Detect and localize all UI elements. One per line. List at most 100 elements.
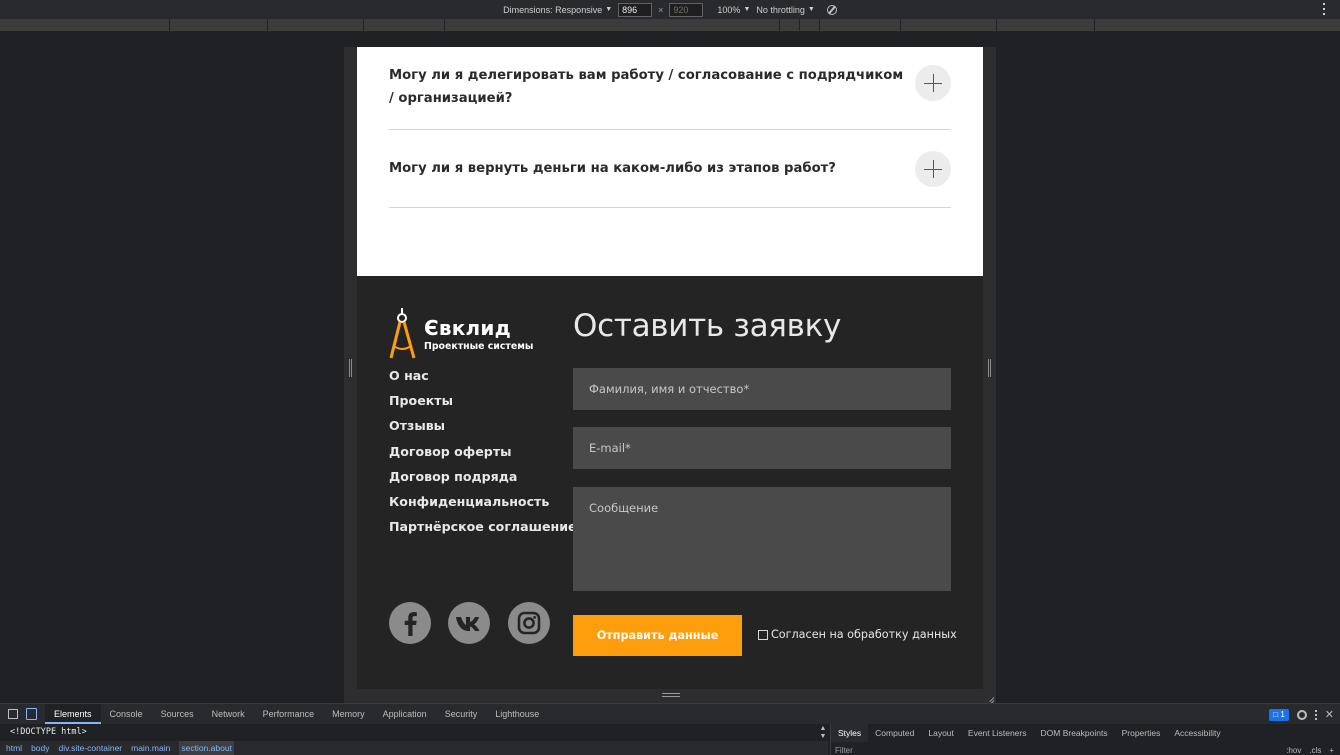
gear-icon[interactable] xyxy=(1296,709,1307,720)
form-title: Оставить заявку xyxy=(573,308,842,344)
media-query-segment[interactable] xyxy=(997,19,1095,31)
consent-label: Согласен на обработку данных xyxy=(771,628,957,641)
tab-network[interactable]: Network xyxy=(203,704,254,724)
media-query-segment[interactable] xyxy=(364,19,445,31)
media-query-segment[interactable] xyxy=(820,19,901,31)
faq-item[interactable]: Могу ли я вернуть деньги на каком-либо и… xyxy=(389,130,951,208)
width-input[interactable]: 896 xyxy=(618,2,653,17)
panel-splitter-icon[interactable]: ▲ ▼ xyxy=(818,725,828,741)
footer-link-offer[interactable]: Договор оферты xyxy=(389,444,577,469)
zoom-dropdown[interactable]: 100% ▼ xyxy=(717,5,750,15)
facebook-icon[interactable] xyxy=(389,602,431,644)
consent-checkbox[interactable] xyxy=(758,629,768,640)
tab-computed[interactable]: Computed xyxy=(868,724,921,742)
close-icon[interactable]: ✕ xyxy=(1325,708,1334,721)
devtools-panel: Elements Console Sources Network Perform… xyxy=(0,703,1340,755)
footer-link-projects[interactable]: Проекты xyxy=(389,393,577,418)
issues-count: 1 xyxy=(1280,709,1285,719)
resize-handle-bottom[interactable] xyxy=(662,693,680,699)
devtools-tabbar: Elements Console Sources Network Perform… xyxy=(0,704,1340,724)
media-query-segment[interactable] xyxy=(800,19,820,31)
footer-link-about[interactable]: О нас xyxy=(389,368,577,393)
tab-accessibility[interactable]: Accessibility xyxy=(1167,724,1227,742)
breadcrumb-item[interactable]: body xyxy=(31,741,49,755)
tab-layout[interactable]: Layout xyxy=(921,724,961,742)
expand-plus-icon[interactable] xyxy=(915,151,951,187)
more-options-icon[interactable] xyxy=(1314,709,1317,720)
vk-icon[interactable] xyxy=(448,602,490,644)
footer-nav: О нас Проекты Отзывы Договор оферты Дого… xyxy=(389,368,577,544)
email-input[interactable] xyxy=(573,427,951,469)
tab-elements[interactable]: Elements xyxy=(45,704,101,724)
caret-down-icon: ▼ xyxy=(743,6,751,13)
compass-logo-icon xyxy=(389,308,416,359)
expand-plus-icon[interactable] xyxy=(915,65,951,101)
message-textarea[interactable] xyxy=(573,487,951,591)
tab-performance[interactable]: Performance xyxy=(254,704,324,724)
device-viewport-area: Могу ли я делегировать вам работу / согл… xyxy=(0,31,1340,704)
media-query-segment[interactable] xyxy=(901,19,997,31)
tab-memory[interactable]: Memory xyxy=(323,704,374,724)
footer-link-contract[interactable]: Договор подряда xyxy=(389,469,577,494)
throttling-dropdown[interactable]: No throttling ▼ xyxy=(756,5,814,15)
device-toggle-icon[interactable] xyxy=(26,708,37,720)
consent-checkbox-row[interactable]: Согласен на обработку данных xyxy=(758,628,957,641)
issues-badge[interactable]: □ 1 xyxy=(1269,708,1289,721)
media-query-segment[interactable] xyxy=(170,19,268,31)
breadcrumb-item[interactable]: html xyxy=(6,741,22,755)
instagram-icon[interactable] xyxy=(508,602,550,644)
tab-styles[interactable]: Styles xyxy=(831,724,869,742)
footer-link-reviews[interactable]: Отзывы xyxy=(389,418,577,443)
height-input[interactable]: 920 xyxy=(669,2,704,17)
facebook-glyph xyxy=(404,612,417,636)
resize-handle-corner[interactable] xyxy=(984,691,994,701)
resize-handle-right[interactable] xyxy=(986,359,992,379)
tab-sources[interactable]: Sources xyxy=(152,704,203,724)
breadcrumb-item[interactable]: main.main xyxy=(131,741,170,755)
resize-handle-left[interactable] xyxy=(347,359,353,379)
device-toolbar: Dimensions: Responsive ▼ 896 × 920 100% … xyxy=(0,0,1340,19)
dom-doctype-line[interactable]: <!DOCTYPE html> xyxy=(0,724,828,740)
dimension-separator: × xyxy=(658,4,664,15)
tab-security[interactable]: Security xyxy=(436,704,487,724)
media-query-segment[interactable] xyxy=(445,19,780,31)
tab-application[interactable]: Application xyxy=(374,704,436,724)
logo[interactable]: Євклид Проектные системы xyxy=(389,308,559,360)
submit-button[interactable]: Отправить данные xyxy=(573,615,742,656)
full-name-input[interactable] xyxy=(573,368,951,410)
zoom-label: 100% xyxy=(717,4,741,15)
caret-down-icon: ▼ xyxy=(605,6,613,13)
footer: Євклид Проектные системы О нас Проекты О… xyxy=(357,276,983,689)
tab-console[interactable]: Console xyxy=(101,704,152,724)
rotate-icon[interactable] xyxy=(826,4,837,15)
footer-link-partner[interactable]: Партнёрское соглашение xyxy=(389,519,577,544)
tab-event-listeners[interactable]: Event Listeners xyxy=(961,724,1034,742)
footer-link-privacy[interactable]: Конфиденциальность xyxy=(389,494,577,519)
faq-section: Могу ли я делегировать вам работу / согл… xyxy=(357,47,983,276)
faq-item[interactable]: Могу ли я делегировать вам работу / согл… xyxy=(389,61,951,130)
instagram-glyph xyxy=(517,611,541,635)
tab-lighthouse[interactable]: Lighthouse xyxy=(486,704,548,724)
media-query-segment[interactable] xyxy=(780,19,800,31)
caret-down-icon: ▼ xyxy=(807,6,815,13)
media-query-segment[interactable] xyxy=(0,19,170,31)
dom-breadcrumb: html body div.site-container main.main s… xyxy=(0,741,828,755)
inspect-element-icon[interactable] xyxy=(8,709,18,719)
faq-question: Могу ли я вернуть деньги на каком-либо и… xyxy=(389,161,836,176)
logo-name: Євклид xyxy=(424,316,511,340)
throttling-label: No throttling xyxy=(756,4,805,15)
dimensions-dropdown[interactable]: Dimensions: Responsive ▼ xyxy=(503,5,612,15)
logo-tagline: Проектные системы xyxy=(424,341,534,352)
styles-sidebar: Styles Computed Layout Event Listeners D… xyxy=(830,724,1340,755)
tab-properties[interactable]: Properties xyxy=(1115,724,1168,742)
more-options-icon[interactable] xyxy=(1323,3,1326,15)
faq-question: Могу ли я делегировать вам работу / согл… xyxy=(389,68,904,106)
media-query-segment[interactable] xyxy=(268,19,364,31)
media-query-segment[interactable] xyxy=(1095,19,1340,31)
breadcrumb-item-selected[interactable]: section.about xyxy=(179,741,234,755)
tab-dom-breakpoints[interactable]: DOM Breakpoints xyxy=(1034,724,1115,742)
media-query-bar xyxy=(0,19,1340,31)
dimensions-label: Dimensions: Responsive xyxy=(503,4,603,15)
breadcrumb-item[interactable]: div.site-container xyxy=(59,741,123,755)
emulated-page: Могу ли я делегировать вам работу / согл… xyxy=(357,47,983,689)
